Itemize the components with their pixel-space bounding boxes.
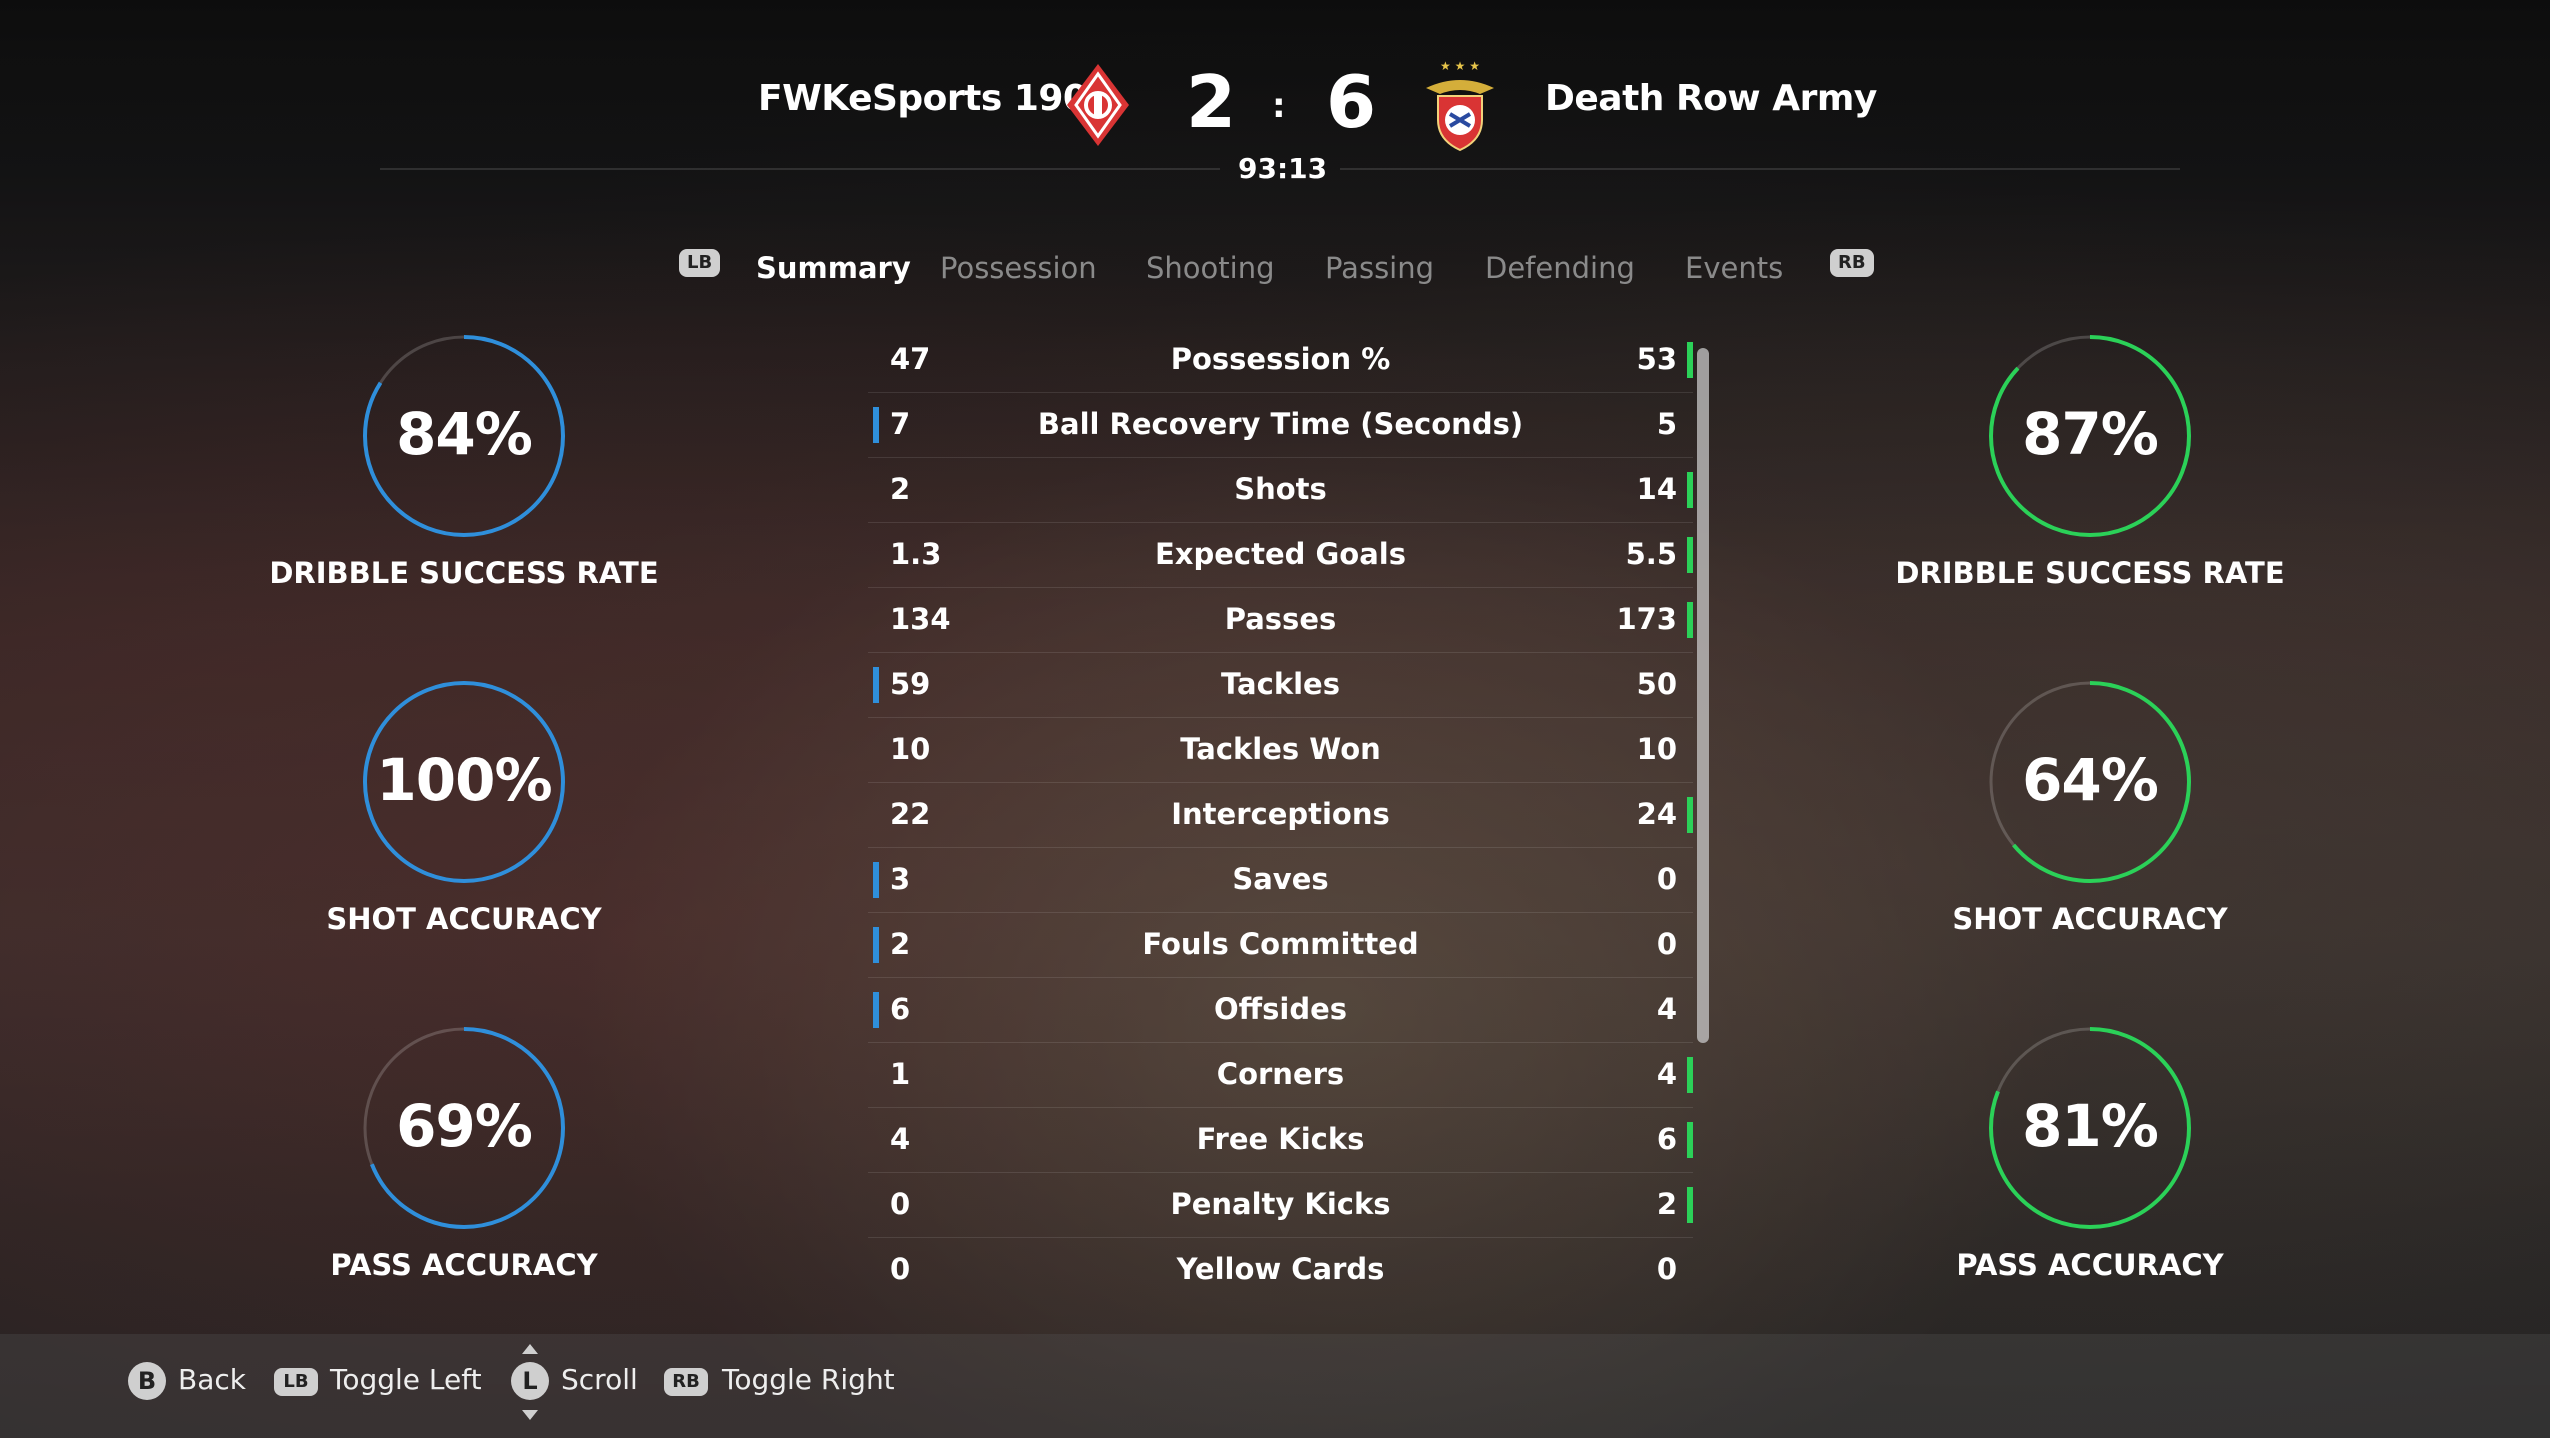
back-label[interactable]: Back bbox=[178, 1363, 246, 1396]
away-leader-bar bbox=[1687, 537, 1693, 573]
away-crest-icon: ★ ★ ★ bbox=[1426, 59, 1494, 152]
stat-row-corners: 1 Corners 4 bbox=[868, 1043, 1693, 1108]
stat-name: Free Kicks bbox=[1196, 1122, 1365, 1156]
stat-name: Ball Recovery Time (Seconds) bbox=[1037, 407, 1524, 441]
away-leader-bar bbox=[1687, 1122, 1693, 1158]
home-dribble-value: 84% bbox=[396, 400, 533, 468]
stat-row-tackles: 59 Tackles 50 bbox=[868, 653, 1693, 718]
stat-name: Saves bbox=[1232, 862, 1329, 896]
stat-name: Shots bbox=[1234, 472, 1327, 506]
stats-scrollbar[interactable] bbox=[1697, 348, 1709, 1248]
stat-name: Passes bbox=[1224, 602, 1337, 636]
tab-summary[interactable]: Summary bbox=[756, 251, 911, 285]
away-pass-label: PASS ACCURACY bbox=[1956, 1248, 2224, 1282]
stat-away-value: 4 bbox=[1656, 1057, 1677, 1091]
svg-text:★ ★ ★: ★ ★ ★ bbox=[1440, 59, 1480, 73]
away-shot-value: 64% bbox=[2022, 746, 2159, 814]
stat-name: Fouls Committed bbox=[1142, 927, 1419, 961]
home-score: 2 bbox=[1186, 60, 1237, 144]
scroll-label[interactable]: Scroll bbox=[561, 1363, 638, 1396]
away-score: 6 bbox=[1326, 60, 1377, 144]
tab-passing[interactable]: Passing bbox=[1325, 251, 1434, 285]
header-divider-left bbox=[380, 168, 1220, 170]
stat-name: Offsides bbox=[1213, 992, 1348, 1026]
scroll-down-arrow-icon bbox=[522, 1410, 538, 1420]
stat-away-value: 24 bbox=[1636, 797, 1677, 831]
tab-shooting[interactable]: Shooting bbox=[1146, 251, 1275, 285]
lb-button-icon[interactable]: LB bbox=[274, 1368, 318, 1396]
stat-away-value: 4 bbox=[1656, 992, 1677, 1026]
stat-away-value: 5 bbox=[1656, 407, 1677, 441]
stat-row-expected-goals: 1.3 Expected Goals 5.5 bbox=[868, 523, 1693, 588]
stat-row-shots: 2 Shots 14 bbox=[868, 458, 1693, 523]
home-pass-value: 69% bbox=[396, 1092, 533, 1160]
lb-button-icon[interactable]: LB bbox=[679, 249, 721, 277]
rb-button-icon[interactable]: RB bbox=[664, 1368, 708, 1396]
stat-away-value: 14 bbox=[1636, 472, 1677, 506]
b-button-icon[interactable]: B bbox=[128, 1362, 166, 1400]
toggle-right-label[interactable]: Toggle Right bbox=[722, 1363, 895, 1396]
away-leader-bar bbox=[1687, 342, 1693, 378]
stats-tab-bar: LB Summary Possession Shooting Passing D… bbox=[0, 245, 2550, 285]
toggle-left-label[interactable]: Toggle Left bbox=[330, 1363, 482, 1396]
stat-row-fouls-committed: 2 Fouls Committed 0 bbox=[868, 913, 1693, 978]
stat-name: Interceptions bbox=[1171, 797, 1390, 831]
away-leader-bar bbox=[1687, 1057, 1693, 1093]
stat-row-passes: 134 Passes 173 bbox=[868, 588, 1693, 653]
home-shot-value: 100% bbox=[376, 746, 552, 814]
away-leader-bar bbox=[1687, 797, 1693, 833]
home-pass-label: PASS ACCURACY bbox=[330, 1248, 598, 1282]
stat-away-value: 10 bbox=[1636, 732, 1677, 766]
stat-row-possession: 47 Possession % 53 bbox=[868, 328, 1693, 393]
stat-row-yellow-cards: 0 Yellow Cards 0 bbox=[868, 1238, 1693, 1302]
stat-away-value: 0 bbox=[1656, 1252, 1677, 1286]
stat-row-ball-recovery: 7 Ball Recovery Time (Seconds) 5 bbox=[868, 393, 1693, 458]
stat-away-value: 5.5 bbox=[1625, 537, 1677, 571]
stat-row-interceptions: 22 Interceptions 24 bbox=[868, 783, 1693, 848]
away-shot-label: SHOT ACCURACY bbox=[1952, 902, 2228, 936]
stat-away-value: 0 bbox=[1656, 927, 1677, 961]
home-team-name: FWKeSports 1907 bbox=[758, 78, 1113, 119]
stat-row-tackles-won: 10 Tackles Won 10 bbox=[868, 718, 1693, 783]
stat-away-value: 173 bbox=[1616, 602, 1677, 636]
away-dribble-value: 87% bbox=[2022, 400, 2159, 468]
stat-name: Yellow Cards bbox=[1176, 1252, 1385, 1286]
stat-away-value: 2 bbox=[1656, 1187, 1677, 1221]
away-leader-bar bbox=[1687, 602, 1693, 638]
home-shot-label: SHOT ACCURACY bbox=[326, 902, 602, 936]
score-separator: : bbox=[1272, 86, 1286, 126]
stat-row-saves: 3 Saves 0 bbox=[868, 848, 1693, 913]
stat-row-offsides: 6 Offsides 4 bbox=[868, 978, 1693, 1043]
rb-button-icon[interactable]: RB bbox=[1830, 249, 1874, 277]
tab-events[interactable]: Events bbox=[1685, 251, 1783, 285]
stat-away-value: 53 bbox=[1636, 342, 1677, 376]
scroll-up-arrow-icon bbox=[522, 1344, 538, 1354]
stat-away-value: 0 bbox=[1656, 862, 1677, 896]
header-divider-right bbox=[1340, 168, 2180, 170]
stat-name: Expected Goals bbox=[1154, 537, 1407, 571]
stat-row-penalty-kicks: 0 Penalty Kicks 2 bbox=[868, 1173, 1693, 1238]
stat-away-value: 50 bbox=[1636, 667, 1677, 701]
match-clock: 93:13 bbox=[1238, 152, 1328, 185]
away-team-name: Death Row Army bbox=[1545, 78, 1877, 119]
stat-name: Tackles Won bbox=[1180, 732, 1381, 766]
away-leader-bar bbox=[1687, 472, 1693, 508]
stat-name: Tackles bbox=[1221, 667, 1340, 701]
away-pass-value: 81% bbox=[2022, 1092, 2159, 1160]
stat-row-free-kicks: 4 Free Kicks 6 bbox=[868, 1108, 1693, 1173]
away-dribble-label: DRIBBLE SUCCESS RATE bbox=[1895, 556, 2285, 590]
home-dribble-label: DRIBBLE SUCCESS RATE bbox=[269, 556, 659, 590]
away-leader-bar bbox=[1687, 1187, 1693, 1223]
stat-name: Corners bbox=[1216, 1057, 1345, 1091]
stat-name: Possession % bbox=[1170, 342, 1391, 376]
tab-possession[interactable]: Possession bbox=[940, 251, 1097, 285]
stat-name: Penalty Kicks bbox=[1170, 1187, 1391, 1221]
l-stick-icon[interactable]: L bbox=[511, 1362, 549, 1400]
tab-defending[interactable]: Defending bbox=[1485, 251, 1635, 285]
stat-away-value: 6 bbox=[1656, 1122, 1677, 1156]
scrollbar-thumb[interactable] bbox=[1697, 348, 1709, 1043]
home-crest-icon bbox=[1067, 64, 1129, 146]
